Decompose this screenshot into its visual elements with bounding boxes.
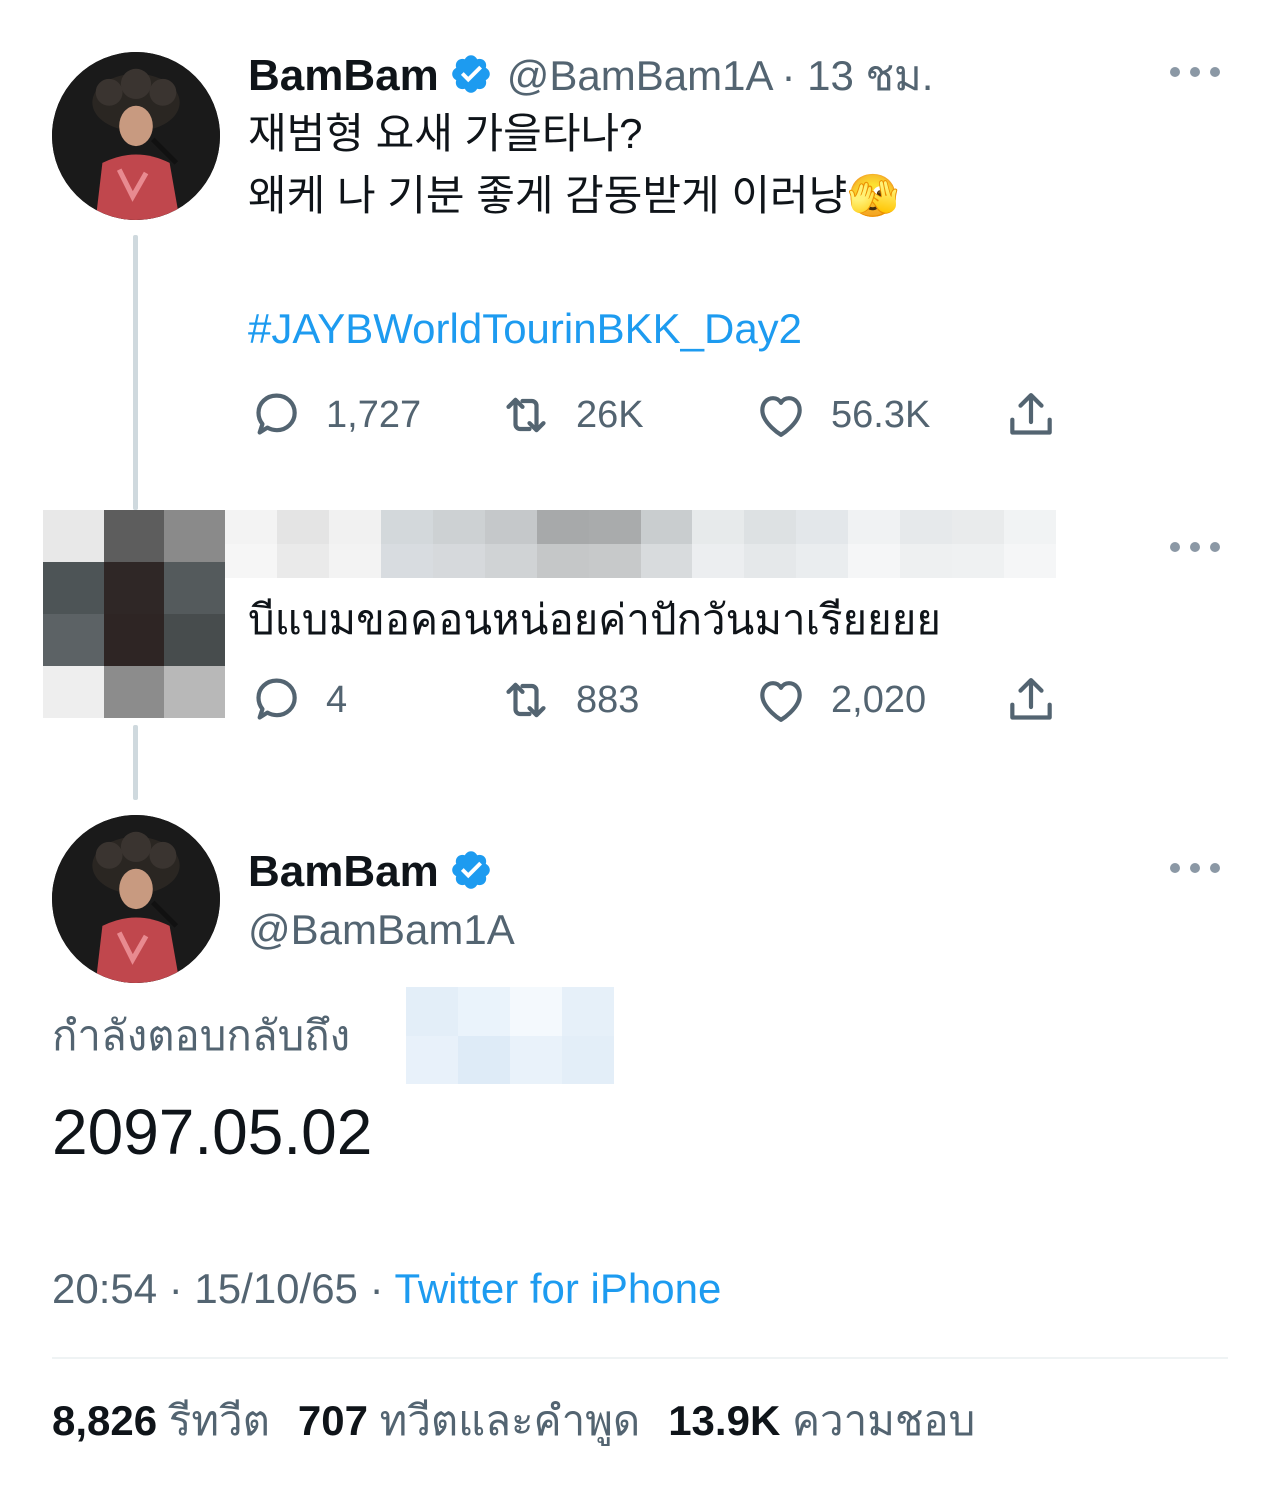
quotes-stat[interactable]: 707 ทวีตและคำพูด — [298, 1397, 640, 1444]
face-peeking-emoji: 🫣 — [847, 172, 900, 219]
tweet-timestamp[interactable]: 20:54 · 15/10/65 · — [52, 1265, 384, 1312]
avatar[interactable] — [52, 52, 220, 220]
likes-stat[interactable]: 13.9K ความชอบ — [668, 1397, 975, 1444]
thread-line-top — [133, 235, 138, 510]
tweet-text-line2: 왜케 나 기분 좋게 감동받게 이러냥🫣 — [248, 172, 900, 219]
divider — [52, 1357, 1228, 1359]
share-icon — [1010, 393, 1052, 435]
tweet-main-text: 2097.05.02 — [52, 1096, 373, 1168]
retweet-icon — [506, 682, 546, 718]
tweet1-header: BamBam @BamBam1A · 13 ชม. — [248, 52, 933, 98]
verified-badge-icon — [451, 851, 490, 889]
like-count: 56.3K — [831, 393, 931, 436]
more-icon[interactable] — [1170, 858, 1224, 878]
blurred-username[interactable] — [225, 510, 1056, 578]
like-button[interactable]: 56.3K — [753, 385, 930, 445]
tweet-time[interactable]: · 13 ชม. — [781, 52, 933, 99]
retweet-button[interactable]: 26K — [498, 385, 644, 445]
tweet3-name-row: BamBam — [248, 848, 493, 894]
tweet-text-line1: 재범형 요새 가을타나? — [248, 110, 643, 157]
share-button[interactable] — [1003, 670, 1059, 730]
tweet-source-link[interactable]: Twitter for iPhone — [395, 1265, 722, 1312]
handle[interactable]: @BamBam1A — [507, 52, 774, 99]
reply-button[interactable]: 1,727 — [248, 385, 421, 445]
display-name[interactable]: BamBam — [248, 51, 439, 100]
verified-badge-icon — [451, 55, 490, 93]
display-name[interactable]: BamBam — [248, 847, 439, 896]
reply-text: บีแบมขอคอนหน่อยค่าปักวันมาเรียยยย — [248, 596, 941, 643]
handle[interactable]: @BamBam1A — [248, 909, 515, 951]
share-button[interactable] — [1003, 385, 1059, 445]
hashtag-link[interactable]: #JAYBWorldTourinBKK_Day2 — [248, 308, 802, 350]
retweet-count: 26K — [576, 393, 644, 436]
reply-button[interactable]: 4 — [248, 670, 347, 730]
more-icon[interactable] — [1170, 62, 1224, 82]
avatar-photo — [52, 815, 220, 983]
avatar[interactable] — [52, 815, 220, 983]
reply-count: 1,727 — [326, 393, 422, 436]
tweet2-actions: 4 883 2,020 — [248, 670, 1078, 730]
reply-icon — [256, 393, 297, 435]
tweet1-actions: 1,727 26K 56.3K — [248, 385, 1078, 445]
like-button[interactable]: 2,020 — [753, 670, 926, 730]
reply-icon — [256, 678, 297, 720]
replying-to-label: กำลังตอบกลับถึง — [52, 1012, 351, 1059]
share-icon — [1010, 678, 1052, 720]
blurred-reply-handle[interactable] — [406, 987, 614, 1084]
retweet-button[interactable]: 883 — [498, 670, 639, 730]
blurred-avatar[interactable] — [43, 510, 225, 718]
tweet-timestamp-row: 20:54 · 15/10/65 · Twitter for iPhone — [52, 1268, 721, 1310]
avatar-photo — [52, 52, 220, 220]
reply-count: 4 — [326, 678, 348, 721]
retweet-count: 883 — [576, 678, 640, 721]
thread-line-bottom — [133, 725, 138, 800]
more-icon[interactable] — [1170, 537, 1224, 557]
like-count: 2,020 — [831, 678, 927, 721]
retweet-icon — [506, 397, 546, 433]
retweets-stat[interactable]: 8,826 รีทวีต — [52, 1397, 270, 1444]
tweet-stats: 8,826 รีทวีต 707 ทวีตและคำพูด 13.9K ความชอ… — [52, 1400, 975, 1442]
like-icon — [760, 681, 802, 722]
like-icon — [760, 396, 802, 437]
